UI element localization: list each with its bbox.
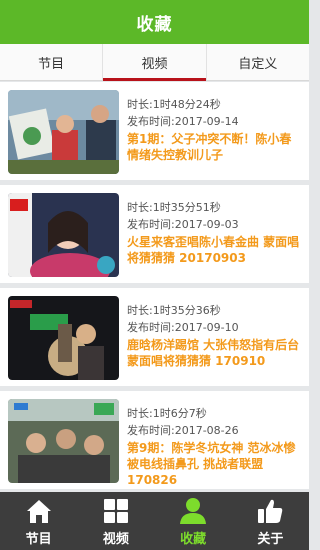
nav-label: 收藏 bbox=[180, 532, 207, 547]
tab-videos[interactable]: 视频 bbox=[102, 44, 206, 81]
video-thumbnail[interactable] bbox=[8, 193, 119, 277]
nav-label: 节目 bbox=[25, 532, 52, 547]
nav-label: 关于 bbox=[257, 532, 284, 547]
person-icon bbox=[180, 498, 207, 524]
list-item[interactable]: 时长:1时35分51秒 发布时间:2017-09-03 火星来客歪唱陈小春金曲 … bbox=[0, 185, 309, 283]
nav-about[interactable]: 关于 bbox=[232, 492, 309, 550]
thumbs-up-icon bbox=[258, 499, 283, 523]
video-thumbnail[interactable] bbox=[8, 90, 119, 174]
video-publish-date: 发布时间:2017-09-10 bbox=[127, 321, 239, 334]
video-publish-date: 发布时间:2017-09-14 bbox=[127, 115, 239, 128]
grid-icon bbox=[103, 499, 128, 523]
page-title: 收藏 bbox=[136, 14, 173, 35]
app-window: 收藏 节目 视频 自定义 时长:1时48分24秒 发布时间:2017-09-14… bbox=[0, 0, 309, 550]
video-publish-date: 发布时间:2017-09-03 bbox=[127, 218, 239, 231]
video-list: 时长:1时48分24秒 发布时间:2017-09-14 第1期：父子冲突不断！陈… bbox=[0, 82, 309, 492]
header-bar: 收藏 bbox=[0, 0, 309, 44]
video-duration: 时长:1时48分24秒 bbox=[127, 98, 221, 111]
nav-videos[interactable]: 视频 bbox=[77, 492, 154, 550]
home-icon bbox=[26, 500, 51, 523]
video-duration: 时长:1时35分36秒 bbox=[127, 304, 221, 317]
list-item[interactable]: 时长:1时48分24秒 发布时间:2017-09-14 第1期：父子冲突不断！陈… bbox=[0, 82, 309, 180]
bottom-nav: 节目 视频 收藏 关于 bbox=[0, 492, 309, 550]
nav-label: 视频 bbox=[102, 532, 129, 547]
video-duration: 时长:1时6分7秒 bbox=[127, 407, 207, 420]
tab-bar: 节目 视频 自定义 bbox=[0, 44, 309, 81]
video-duration: 时长:1时35分51秒 bbox=[127, 201, 221, 214]
list-item[interactable]: 时长:1时6分7秒 发布时间:2017-08-26 第9期：陈学冬坑女神 范冰冰… bbox=[0, 391, 309, 489]
tab-programs[interactable]: 节目 bbox=[0, 44, 102, 80]
video-title[interactable]: 第9期：陈学冬坑女神 范冰冰惨被电线插鼻孔 挑战者联盟 170826 bbox=[127, 440, 303, 488]
video-thumbnail[interactable] bbox=[8, 296, 119, 380]
video-title[interactable]: 火星来客歪唱陈小春金曲 蒙面唱将猜猜猜 20170903 bbox=[127, 234, 303, 266]
video-title[interactable]: 鹿晗杨洋踢馆 大张伟怒指有后台 蒙面唱将猜猜猜 170910 bbox=[127, 337, 303, 369]
video-title[interactable]: 第1期：父子冲突不断！陈小春情绪失控教训儿子 bbox=[127, 131, 303, 163]
tab-custom[interactable]: 自定义 bbox=[205, 44, 309, 80]
nav-favorites[interactable]: 收藏 bbox=[155, 492, 232, 550]
video-publish-date: 发布时间:2017-08-26 bbox=[127, 424, 239, 437]
nav-programs[interactable]: 节目 bbox=[0, 492, 77, 550]
video-thumbnail[interactable] bbox=[8, 399, 119, 483]
list-item[interactable]: 时长:1时35分36秒 发布时间:2017-09-10 鹿晗杨洋踢馆 大张伟怒指… bbox=[0, 288, 309, 386]
